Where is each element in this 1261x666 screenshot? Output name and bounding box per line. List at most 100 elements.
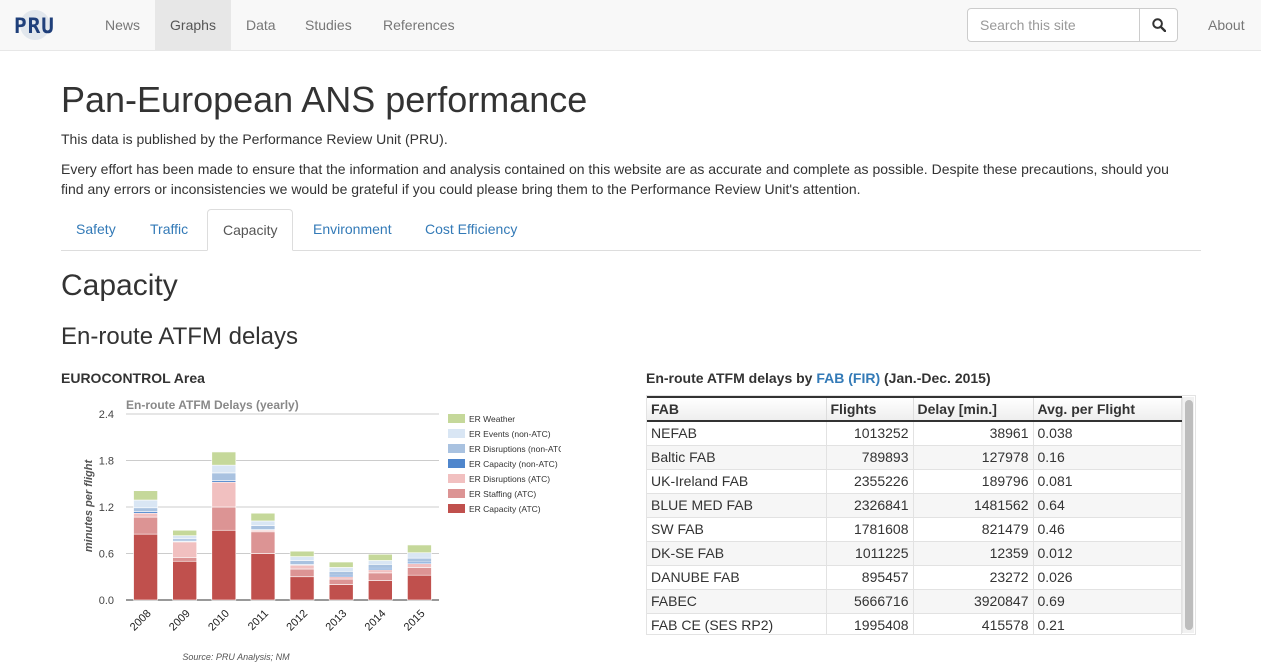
bar-segment-2013-5[interactable]	[328, 567, 354, 572]
fab-delays-table: FAB Flights Delay [min.] Avg. per Flight…	[647, 396, 1182, 634]
table-row[interactable]: DANUBE FAB 895457 23272 0.026	[647, 564, 1182, 589]
search-form	[967, 8, 1178, 42]
legend-item-label[interactable]: ER Events (non-ATC)	[469, 429, 551, 439]
legend-item-label[interactable]: ER Disruptions (non-ATC)	[469, 444, 567, 454]
bar-segment-2009-6[interactable]	[172, 529, 197, 536]
bar-segment-2014-1[interactable]	[368, 572, 393, 581]
avg-per-flight-cell: 0.081	[1033, 468, 1182, 493]
bar-segment-2013-6[interactable]	[328, 561, 354, 568]
tab-safety[interactable]: Safety	[61, 209, 131, 251]
legend-item-label[interactable]: ER Capacity (non-ATC)	[469, 459, 558, 469]
table-row[interactable]: NEFAB 1013252 38961 0.038	[647, 420, 1182, 445]
table-scrollbar[interactable]	[1182, 397, 1194, 633]
legend-item-label[interactable]: ER Staffing (ATC)	[469, 489, 536, 499]
bar-segment-2011-4[interactable]	[250, 525, 276, 530]
bar-segment-2011-1[interactable]	[250, 531, 276, 554]
fab-name-cell: FAB CE (SES RP2)	[647, 612, 827, 634]
nav-item-references[interactable]: References	[368, 0, 470, 50]
bar-segment-2009-4[interactable]	[172, 538, 197, 542]
tab-cost-efficiency[interactable]: Cost Efficiency	[410, 209, 532, 251]
bar-segment-2010-1[interactable]	[211, 506, 237, 531]
legend-item-label[interactable]: ER Weather	[469, 414, 515, 424]
tab-capacity[interactable]: Capacity	[207, 209, 294, 251]
nav-item-about[interactable]: About	[1193, 0, 1260, 50]
x-tick-label: 2009	[167, 608, 193, 634]
table-row[interactable]: Baltic FAB 789893 127978 0.16	[647, 444, 1182, 469]
bar-segment-2008-4[interactable]	[133, 507, 158, 512]
bar-segment-2008-0[interactable]	[133, 533, 158, 601]
bar-segment-2012-1[interactable]	[289, 568, 315, 578]
bar-segment-2013-4[interactable]	[328, 571, 354, 576]
table-row[interactable]: DK-SE FAB 1011225 12359 0.012	[647, 540, 1182, 565]
bar-segment-2010-4[interactable]	[211, 472, 237, 481]
column-header-avg-per-flight[interactable]: Avg. per Flight	[1033, 396, 1182, 422]
tab-traffic[interactable]: Traffic	[135, 209, 203, 251]
table-row[interactable]: FABEC 5666716 3920847 0.69	[647, 588, 1182, 613]
bar-segment-2010-6[interactable]	[211, 451, 237, 466]
bar-segment-2008-2[interactable]	[133, 512, 158, 518]
table-row[interactable]: UK-Ireland FAB 2355226 189796 0.081	[647, 468, 1182, 493]
bar-segment-2012-0[interactable]	[289, 576, 315, 601]
bar-segment-2008-6[interactable]	[133, 490, 158, 501]
avg-per-flight-cell: 0.46	[1033, 516, 1182, 541]
bar-segment-2011-0[interactable]	[250, 553, 276, 601]
delay-cell: 415578	[913, 612, 1034, 634]
tab-environment[interactable]: Environment	[298, 209, 407, 251]
legend-item-label[interactable]: ER Disruptions (ATC)	[469, 474, 550, 484]
table-row[interactable]: BLUE MED FAB 2326841 1481562 0.64	[647, 492, 1182, 517]
bar-segment-2015-0[interactable]	[407, 574, 432, 601]
legend-item-label[interactable]: ER Capacity (ATC)	[469, 504, 541, 514]
bar-segment-2009-0[interactable]	[172, 560, 197, 601]
column-header-flights[interactable]: Flights	[826, 396, 914, 422]
bar-segment-2012-2[interactable]	[289, 564, 315, 570]
bar-segment-2011-5[interactable]	[250, 520, 276, 526]
x-tick-label: 2011	[246, 608, 271, 633]
table-row[interactable]: FAB CE (SES RP2) 1995408 415578 0.21	[647, 612, 1182, 634]
bar-segment-2010-5[interactable]	[211, 464, 237, 474]
bar-segment-2015-6[interactable]	[407, 544, 432, 554]
bar-segment-2015-5[interactable]	[407, 552, 432, 559]
bar-segment-2013-1[interactable]	[328, 578, 354, 585]
bar-segment-2012-6[interactable]	[289, 550, 315, 557]
intro-text: This data is published by the Performanc…	[61, 131, 448, 147]
search-button[interactable]	[1139, 9, 1177, 41]
bar-segment-2013-2[interactable]	[328, 576, 354, 580]
pru-logo[interactable]: PRU	[14, 10, 60, 42]
bar-segment-2015-4[interactable]	[407, 557, 432, 563]
fab-name-cell: NEFAB	[647, 420, 827, 445]
bar-segment-2009-1[interactable]	[172, 557, 197, 562]
avg-per-flight-cell: 0.21	[1033, 612, 1182, 634]
bar-segment-2015-1[interactable]	[407, 567, 432, 576]
bar-segment-2010-0[interactable]	[211, 529, 237, 601]
bar-segment-2008-5[interactable]	[133, 499, 158, 509]
nav-item-graphs[interactable]: Graphs	[155, 0, 231, 50]
avg-per-flight-cell: 0.026	[1033, 564, 1182, 589]
top-navbar: PRU News Graphs Data Studies References …	[0, 0, 1261, 51]
bar-segment-2014-2[interactable]	[368, 569, 393, 574]
table-heading-prefix: En-route ATFM delays by	[646, 370, 817, 386]
bar-segment-2010-2[interactable]	[211, 481, 237, 508]
bar-segment-2014-6[interactable]	[368, 553, 393, 561]
column-header-delay[interactable]: Delay [min.]	[913, 396, 1034, 422]
bar-segment-2014-5[interactable]	[368, 560, 393, 565]
column-header-fab[interactable]: FAB	[647, 396, 827, 422]
table-row[interactable]: SW FAB 1781608 821479 0.46	[647, 516, 1182, 541]
nav-item-studies[interactable]: Studies	[290, 0, 367, 50]
bar-segment-2009-5[interactable]	[172, 535, 197, 540]
bar-segment-2015-2[interactable]	[407, 563, 432, 568]
search-input[interactable]	[968, 9, 1139, 41]
bar-segment-2012-4[interactable]	[289, 560, 315, 565]
bar-segment-2009-2[interactable]	[172, 541, 197, 558]
bar-segment-2013-0[interactable]	[328, 584, 354, 601]
fab-fir-link[interactable]: FAB (FIR)	[816, 370, 880, 386]
bar-segment-2012-5[interactable]	[289, 556, 315, 561]
x-tick-label: 2014	[363, 608, 389, 634]
table-scrollbar-thumb[interactable]	[1185, 400, 1193, 630]
bar-segment-2014-0[interactable]	[368, 580, 393, 601]
nav-item-news[interactable]: News	[90, 0, 155, 50]
bar-segment-2011-6[interactable]	[250, 512, 276, 522]
nav-item-data[interactable]: Data	[231, 0, 291, 50]
bar-segment-2008-1[interactable]	[133, 516, 158, 535]
delay-cell: 127978	[913, 444, 1034, 469]
bar-segment-2014-4[interactable]	[368, 564, 393, 569]
